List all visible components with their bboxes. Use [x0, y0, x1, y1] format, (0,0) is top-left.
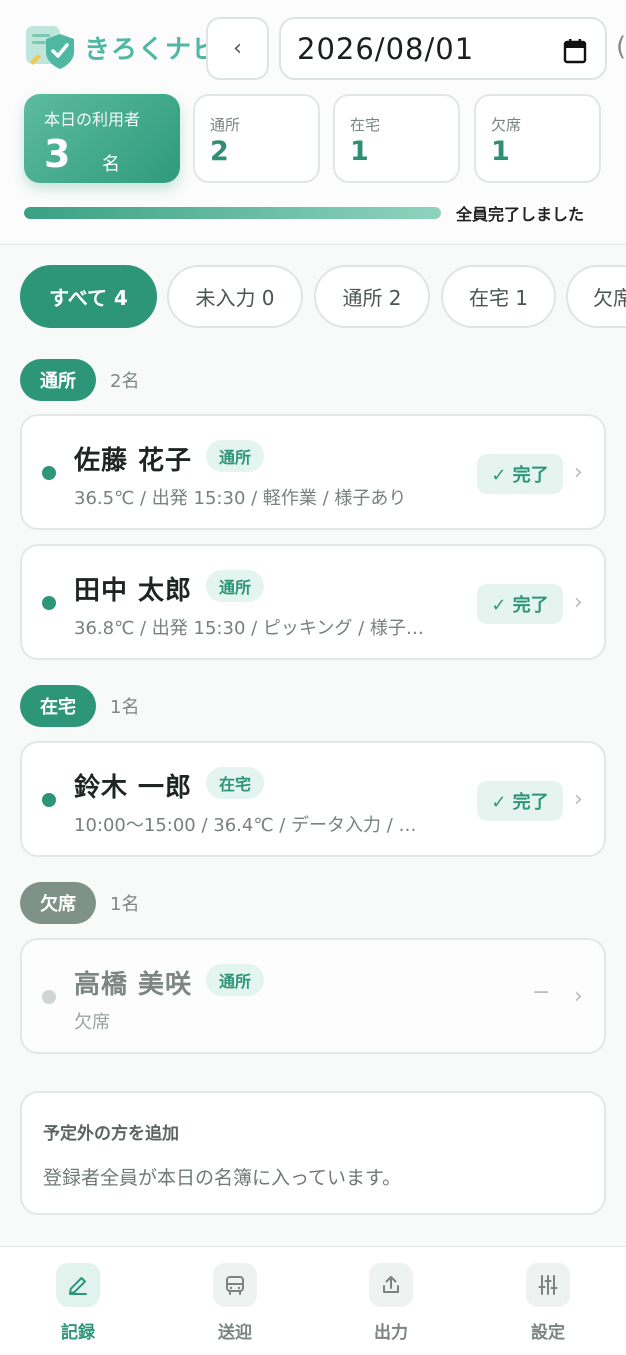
group-header-home: 在宅 1名	[20, 685, 139, 727]
user-detail: 10:00〜15:00 / 36.4℃ / データ入力 / …	[74, 815, 417, 836]
app-logo: きろくナビ	[24, 22, 219, 72]
status-badge: ✓ 完了	[477, 781, 563, 821]
status-badge: ✓ 完了	[477, 584, 563, 624]
add-unscheduled-message: 登録者全員が本日の名簿に入っています。	[43, 1167, 402, 1189]
attendance-tag: 通所	[206, 964, 265, 996]
nav-item-settings[interactable]: 設定	[493, 1263, 603, 1343]
chevron-left-icon: ‹	[233, 36, 242, 61]
chevron-right-icon: ›	[574, 460, 583, 485]
date-value: 2026/08/01	[297, 31, 475, 66]
chevron-right-icon: ›	[574, 984, 583, 1009]
previous-day-button[interactable]: ‹	[206, 17, 269, 80]
group-count-absent: 1名	[110, 894, 140, 915]
logo-mark-icon	[24, 22, 82, 72]
group-pill-absent: 欠席	[20, 882, 96, 924]
filter-tab-home[interactable]: 在宅 1	[441, 265, 556, 328]
filter-tab-all[interactable]: すべて 4	[20, 265, 157, 328]
header: きろくナビ ‹ 2026/08/01 ( 本日の利用者 3 名 通所 2 在宅 …	[0, 0, 626, 245]
user-name: 田中 太郎	[74, 576, 193, 606]
progress-fill	[24, 207, 441, 219]
nav-item-transport[interactable]: 送迎	[180, 1263, 290, 1343]
pencil-icon	[56, 1263, 100, 1307]
nav-item-record[interactable]: 記録	[23, 1263, 133, 1343]
stat-home: 在宅 1	[333, 94, 460, 183]
user-detail: 36.8℃ / 出発 15:30 / ピッキング / 様子…	[74, 618, 424, 639]
status-dot	[42, 596, 56, 610]
date-input[interactable]: 2026/08/01	[279, 17, 607, 80]
chevron-right-icon: ›	[574, 787, 583, 812]
bus-icon	[213, 1263, 257, 1307]
stat-commute: 通所 2	[193, 94, 320, 183]
stat-commute-label: 通所	[210, 116, 241, 134]
user-card[interactable]: 高橋 美咲 通所 欠席 − ›	[20, 938, 606, 1054]
status-dot	[42, 793, 56, 807]
user-name: 佐藤 花子	[74, 446, 193, 476]
user-detail: 36.5℃ / 出発 15:30 / 軽作業 / 様子あり	[74, 488, 407, 509]
attendance-tag: 通所	[206, 440, 265, 472]
status-dot	[42, 466, 56, 480]
status-badge: ✓ 完了	[477, 454, 563, 494]
offscreen-button-edge[interactable]: (	[616, 32, 626, 62]
stat-absent-value: 1	[491, 136, 510, 167]
group-count-home: 1名	[110, 697, 140, 718]
stat-absent-label: 欠席	[491, 116, 522, 134]
group-pill-home: 在宅	[20, 685, 96, 727]
nav-item-output[interactable]: 出力	[336, 1263, 446, 1343]
user-detail: 欠席	[74, 1012, 110, 1033]
group-count-commute: 2名	[110, 371, 140, 392]
stat-commute-value: 2	[210, 136, 229, 167]
group-header-commute: 通所 2名	[20, 359, 139, 401]
stat-total-unit: 名	[102, 154, 120, 175]
calendar-icon[interactable]	[563, 37, 587, 71]
chevron-right-icon: ›	[574, 590, 583, 615]
nav-label-settings: 設定	[531, 1323, 565, 1343]
filter-tabs: すべて 4 未入力 0 通所 2 在宅 1 欠席	[0, 265, 626, 330]
stat-total-users: 本日の利用者 3 名	[24, 94, 180, 183]
add-unscheduled-panel: 予定外の方を追加 登録者全員が本日の名簿に入っています。	[20, 1091, 606, 1215]
sliders-icon	[526, 1263, 570, 1307]
attendance-tag: 通所	[206, 570, 265, 602]
progress-bar	[24, 207, 441, 219]
nav-label-transport: 送迎	[218, 1323, 252, 1343]
attendance-tag: 在宅	[206, 767, 265, 799]
nav-label-output: 出力	[374, 1323, 408, 1343]
stat-home-value: 1	[350, 136, 369, 167]
progress-text: 全員完了しました	[456, 205, 585, 224]
filter-tab-absent[interactable]: 欠席	[566, 265, 626, 328]
user-name: 高橋 美咲	[74, 970, 193, 1000]
stat-total-label: 本日の利用者	[44, 110, 141, 129]
group-header-absent: 欠席 1名	[20, 882, 139, 924]
filter-tab-not-entered[interactable]: 未入力 0	[167, 265, 303, 328]
user-card[interactable]: 佐藤 花子 通所 36.5℃ / 出発 15:30 / 軽作業 / 様子あり ✓…	[20, 414, 606, 530]
user-name: 鈴木 一郎	[74, 773, 193, 803]
logo-text: きろくナビ	[84, 34, 220, 65]
stat-home-label: 在宅	[350, 116, 381, 134]
bottom-nav: 記録 送迎 出力 設定	[0, 1246, 626, 1355]
filter-tab-commute[interactable]: 通所 2	[314, 265, 430, 328]
upload-icon	[369, 1263, 413, 1307]
group-pill-commute: 通所	[20, 359, 96, 401]
status-dot	[42, 990, 56, 1004]
status-badge: −	[532, 980, 551, 1005]
user-card[interactable]: 鈴木 一郎 在宅 10:00〜15:00 / 36.4℃ / データ入力 / ……	[20, 741, 606, 857]
stat-absent: 欠席 1	[474, 94, 601, 183]
stat-total-value: 3	[44, 132, 71, 176]
add-unscheduled-title: 予定外の方を追加	[43, 1124, 179, 1144]
nav-label-record: 記録	[61, 1323, 95, 1343]
user-card[interactable]: 田中 太郎 通所 36.8℃ / 出発 15:30 / ピッキング / 様子… …	[20, 544, 606, 660]
